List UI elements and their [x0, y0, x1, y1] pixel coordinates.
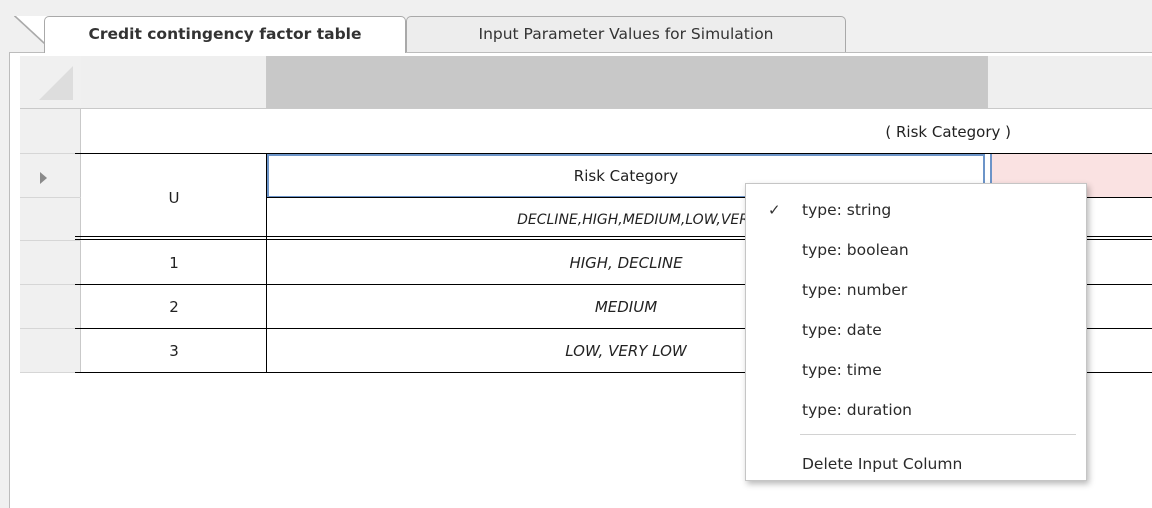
rule-number[interactable]: 2 [81, 285, 267, 329]
row-header-column [20, 56, 81, 373]
menu-separator [800, 434, 1076, 435]
current-row-arrow-icon [40, 172, 47, 184]
menu-item-label: type: time [802, 361, 882, 379]
row-header-group[interactable] [20, 109, 81, 154]
menu-item-label: Delete Input Column [802, 455, 963, 473]
column-header-risk-category[interactable] [267, 56, 988, 109]
menu-item-type-date[interactable]: type: date [746, 310, 1086, 350]
menu-item-label: type: string [802, 201, 892, 219]
menu-item-label: type: duration [802, 401, 912, 419]
menu-item-label: type: number [802, 281, 908, 299]
tab-credit-contingency-factor-table[interactable]: Credit contingency factor table [44, 16, 406, 53]
check-icon: ✓ [768, 201, 781, 219]
menu-item-type-boolean[interactable]: type: boolean [746, 230, 1086, 270]
column-type-context-menu: ✓ type: string type: boolean type: numbe… [745, 183, 1087, 481]
table-line [75, 153, 1152, 154]
tab-strip: Credit contingency factor table Input Pa… [0, 0, 1152, 53]
input-allowed-values[interactable]: DECLINE,HIGH,MEDIUM,LOW,VER [267, 198, 749, 241]
rule-number[interactable]: 3 [81, 329, 267, 373]
column-header-hit-policy[interactable] [81, 56, 267, 109]
menu-item-type-time[interactable]: type: time [746, 350, 1086, 390]
hit-policy-cell[interactable]: U [81, 154, 267, 241]
menu-item-type-string[interactable]: ✓ type: string [746, 190, 1086, 230]
row-header-1[interactable] [20, 241, 81, 285]
corner-triangle-icon [39, 66, 73, 100]
menu-item-delete-input-column[interactable]: Delete Input Column [746, 444, 1086, 484]
menu-item-label: type: date [802, 321, 882, 339]
tab-input-parameter-values[interactable]: Input Parameter Values for Simulation [406, 16, 846, 52]
column-header-output[interactable] [988, 56, 1152, 109]
row-header-3[interactable] [20, 329, 81, 373]
table-line [266, 153, 267, 373]
grid-corner[interactable] [20, 56, 81, 109]
menu-item-type-duration[interactable]: type: duration [746, 390, 1086, 430]
menu-item-type-number[interactable]: type: number [746, 270, 1086, 310]
menu-item-label: type: boolean [802, 241, 909, 259]
rule-number[interactable]: 1 [81, 241, 267, 285]
group-header: ( Risk Category ) [885, 122, 1011, 141]
row-header-values[interactable] [20, 198, 81, 241]
row-header-current[interactable] [20, 154, 81, 198]
row-header-2[interactable] [20, 285, 81, 329]
